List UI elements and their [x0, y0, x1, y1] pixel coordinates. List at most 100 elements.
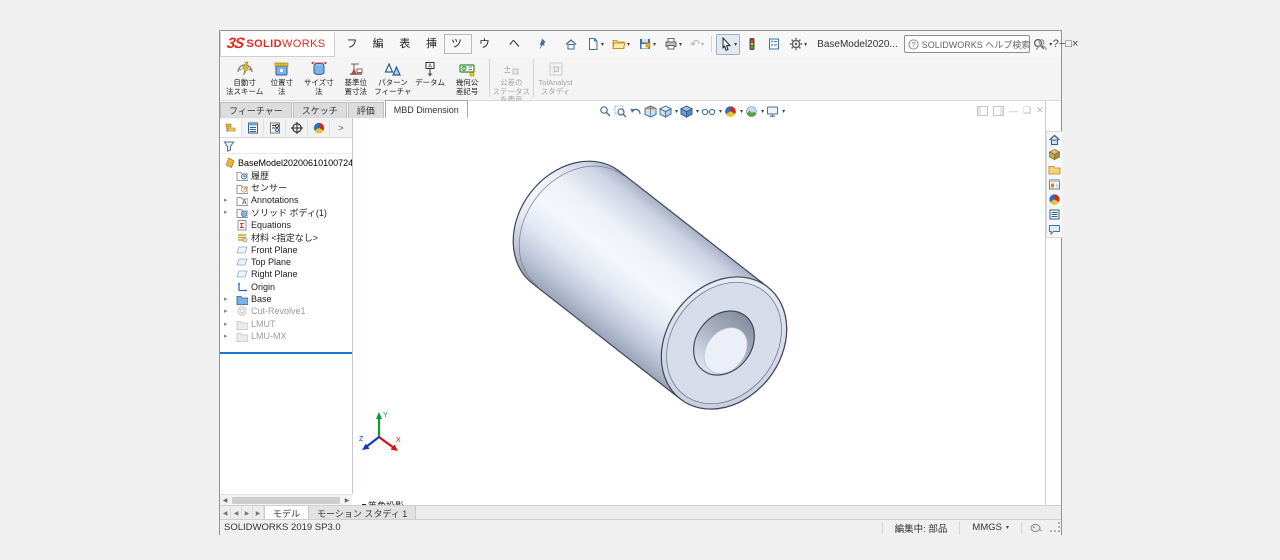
pin-icon[interactable]: [536, 37, 548, 51]
tags-icon[interactable]: [1022, 523, 1050, 533]
task-pane-view-palette[interactable]: [1047, 177, 1062, 192]
pattern-feature-button[interactable]: パターンフィーチャ: [374, 57, 411, 96]
units-selector[interactable]: MMGS▾: [960, 522, 1021, 533]
tab-MBD Dimension[interactable]: MBD Dimension: [385, 100, 468, 118]
edit-appearance-button[interactable]: [724, 105, 737, 118]
size-dimension-button[interactable]: サイズ寸法: [300, 57, 337, 96]
tree-item-センサー[interactable]: センサー: [220, 181, 352, 193]
menu-ヘルプ(H)[interactable]: ヘルプ(H): [503, 31, 530, 57]
zoom-to-area-button[interactable]: [614, 105, 627, 118]
task-pane-design-library[interactable]: [1047, 147, 1062, 162]
doc-restore-icon[interactable]: ❏: [1023, 105, 1031, 116]
undo-button[interactable]: ↶▾: [687, 34, 707, 55]
maximize-button[interactable]: □: [1065, 38, 1072, 50]
menu-ツール(T)[interactable]: ツール(T): [444, 34, 472, 54]
tree-root-item[interactable]: BaseModel20200610100724 (Default<: [220, 156, 352, 169]
menu-表示(V)[interactable]: 表示(V): [393, 31, 420, 57]
task-pane-appearances-scenes[interactable]: [1047, 192, 1062, 207]
sheet-tab-モーション スタディ 1[interactable]: モーション スタディ 1: [309, 506, 416, 520]
geometric-tolerance-button[interactable]: 幾何公差記号: [449, 57, 486, 96]
task-pane-resources-home[interactable]: [1047, 132, 1062, 147]
graphics-viewport[interactable]: ▾▾▾▾▾▾ — ❏ ✕ Y X Z 等角投影: [353, 101, 1045, 519]
hide-show-items-caret[interactable]: ▾: [719, 108, 722, 115]
tab-フィーチャー[interactable]: フィーチャー: [220, 102, 292, 118]
panel-tabs-more-chevron[interactable]: >: [330, 123, 352, 133]
menu-編集(E)[interactable]: 編集(E): [367, 31, 394, 57]
apply-scene-button[interactable]: [745, 105, 758, 118]
model-cylinder[interactable]: [353, 101, 1045, 519]
auto-dimension-scheme-button[interactable]: 自動寸法スキーム: [226, 57, 263, 96]
previous-view-button[interactable]: [629, 105, 642, 118]
new-document-button[interactable]: ▾: [583, 34, 607, 55]
expand-arrow-icon[interactable]: ▸: [224, 295, 228, 303]
menu-挿入(I)[interactable]: 挿入(I): [420, 31, 443, 57]
tree-item-履歴[interactable]: 履歴: [220, 169, 352, 181]
tree-item-Cut-Revolve1[interactable]: ▸Cut-Revolve1: [220, 305, 352, 317]
panel-tab-configuration-manager[interactable]: [264, 119, 286, 137]
filter-funnel-icon[interactable]: [223, 140, 235, 152]
help-search-box[interactable]: ? SOLIDWORKS ヘルプ検索 ▾: [904, 35, 1030, 53]
datum-button[interactable]: Aデータム: [412, 57, 449, 88]
scrollbar-thumb[interactable]: [232, 497, 340, 504]
panel-tab-dimxpert-manager[interactable]: [286, 119, 308, 137]
tree-item-Base[interactable]: ▸Base: [220, 293, 352, 305]
display-style-caret[interactable]: ▾: [696, 108, 699, 115]
next-sheet-icon[interactable]: ▶: [242, 506, 253, 520]
tree-item-Front Plane[interactable]: Front Plane: [220, 243, 352, 255]
close-button[interactable]: ×: [1072, 38, 1078, 50]
resize-grip[interactable]: [1050, 522, 1060, 532]
first-sheet-icon[interactable]: ◀: [220, 506, 231, 520]
panel-tab-display-manager[interactable]: [308, 119, 330, 137]
view-orientation-caret[interactable]: ▾: [675, 108, 678, 115]
task-list-button[interactable]: [764, 34, 784, 55]
task-pane-solidworks-forum[interactable]: [1047, 222, 1062, 237]
rollback-bar[interactable]: [220, 352, 352, 354]
pane-right-icon[interactable]: [993, 106, 1004, 116]
save-button[interactable]: ▾: [635, 34, 659, 55]
tab-評価[interactable]: 評価: [348, 102, 384, 118]
display-style-button[interactable]: [680, 105, 693, 118]
expand-arrow-icon[interactable]: ▸: [224, 208, 228, 216]
print-button[interactable]: ▾: [661, 34, 685, 55]
tree-item-Right Plane[interactable]: Right Plane: [220, 268, 352, 280]
tree-item-LMUT[interactable]: ▸LMUT: [220, 318, 352, 330]
tree-item-Equations[interactable]: ΣEquations: [220, 219, 352, 231]
prev-sheet-icon[interactable]: ◀: [231, 506, 242, 520]
expand-arrow-icon[interactable]: ▸: [224, 196, 228, 204]
home-button[interactable]: [561, 34, 581, 55]
task-pane-custom-properties[interactable]: [1047, 207, 1062, 222]
hide-show-items-button[interactable]: [701, 105, 716, 118]
section-view-button[interactable]: [644, 105, 657, 118]
tab-スケッチ[interactable]: スケッチ: [293, 102, 347, 118]
tree-item-Top Plane[interactable]: Top Plane: [220, 256, 352, 268]
tree-item-LMU-MX[interactable]: ▸LMU-MX: [220, 330, 352, 342]
location-dimension-button[interactable]: 位置寸法: [263, 57, 300, 96]
view-settings-button[interactable]: [766, 105, 779, 118]
tree-item-ソリッド ボディ(1)[interactable]: ▸ソリッド ボディ(1): [220, 206, 352, 218]
menu-ウィンドウ(W)[interactable]: ウィンドウ(W): [473, 31, 503, 57]
edit-appearance-caret[interactable]: ▾: [740, 108, 743, 115]
expand-arrow-icon[interactable]: ▸: [224, 332, 228, 340]
view-orientation-button[interactable]: [659, 105, 672, 118]
datum-location-dimension-button[interactable]: 基準位置寸法: [337, 57, 374, 96]
user-account-icon[interactable]: [1035, 38, 1048, 51]
tree-item-Annotations[interactable]: ▸AAnnotations: [220, 194, 352, 206]
scroll-right-icon[interactable]: ▶: [342, 497, 352, 504]
panel-tab-property-manager[interactable]: [242, 119, 264, 137]
expand-arrow-icon[interactable]: ▸: [224, 307, 228, 315]
expand-arrow-icon[interactable]: ▸: [224, 320, 228, 328]
menu-ファイル(F)[interactable]: ファイル(F): [341, 31, 367, 57]
tree-item-Origin[interactable]: Origin: [220, 281, 352, 293]
doc-close-icon[interactable]: ✕: [1036, 105, 1044, 116]
sheet-tab-モデル[interactable]: モデル: [264, 506, 309, 520]
open-button[interactable]: ▾: [609, 34, 633, 55]
last-sheet-icon[interactable]: ▶: [253, 506, 264, 520]
select-arrow-button[interactable]: ▾: [716, 34, 740, 55]
options-gear-button[interactable]: ▾: [786, 34, 810, 55]
zoom-to-fit-button[interactable]: [599, 105, 612, 118]
pane-left-icon[interactable]: [977, 106, 988, 116]
doc-minimize-icon[interactable]: —: [1009, 106, 1018, 116]
rebuild-button[interactable]: [742, 34, 762, 55]
tree-item-材料 <指定なし>[interactable]: 材料 <指定なし>: [220, 231, 352, 243]
tree-filter-row[interactable]: [220, 138, 352, 154]
